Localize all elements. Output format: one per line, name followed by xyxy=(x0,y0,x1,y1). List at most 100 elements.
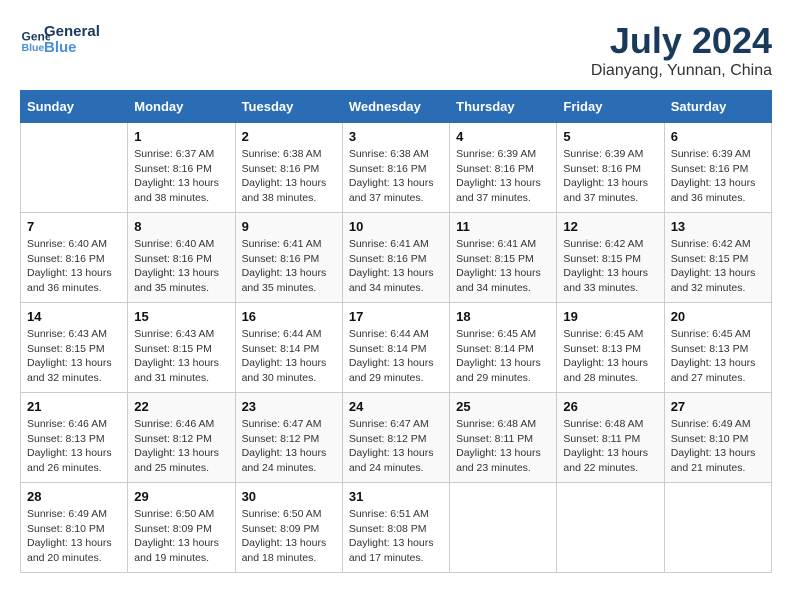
calendar-cell: 24Sunrise: 6:47 AM Sunset: 8:12 PM Dayli… xyxy=(342,393,449,483)
day-number: 27 xyxy=(671,399,765,414)
day-number: 24 xyxy=(349,399,443,414)
svg-text:Blue: Blue xyxy=(44,39,77,56)
logo-svg: General Blue xyxy=(44,20,124,58)
day-number: 6 xyxy=(671,129,765,144)
calendar-cell: 27 Sunrise: 6:49 AM Sunset: 8:10 PM Dayli… xyxy=(664,393,771,483)
day-detail: Sunrise: 6:46 AM Sunset: 8:12 PM Dayligh… xyxy=(134,417,228,476)
day-number: 8 xyxy=(134,219,228,234)
day-detail: Sunrise: 6:49 AM Sunset: 8:10 PM Dayligh… xyxy=(27,507,121,566)
calendar-cell: 18 Sunrise: 6:45 AM Sunset: 8:14 PM Dayli… xyxy=(450,303,557,393)
calendar-cell: 16 Sunrise: 6:44 AM Sunset: 8:14 PM Dayli… xyxy=(235,303,342,393)
calendar-cell: 9Sunrise: 6:41 AM Sunset: 8:16 PM Daylig… xyxy=(235,213,342,303)
day-number: 18 xyxy=(456,309,550,324)
day-number: 23 xyxy=(242,399,336,414)
day-number: 29 xyxy=(134,489,228,504)
day-detail: Sunrise: 6:45 AM Sunset: 8:13 PM Dayligh… xyxy=(563,327,657,386)
day-number: 3 xyxy=(349,129,443,144)
day-detail: Sunrise: 6:38 AM Sunset: 8:16 PM Dayligh… xyxy=(242,147,336,206)
day-detail: Sunrise: 6:41 AM Sunset: 8:15 PM Dayligh… xyxy=(456,237,550,296)
day-number: 1 xyxy=(134,129,228,144)
calendar-cell: 12 Sunrise: 6:42 AM Sunset: 8:15 PM Dayli… xyxy=(557,213,664,303)
calendar-week-row: 28 Sunrise: 6:49 AM Sunset: 8:10 PM Dayli… xyxy=(21,483,772,573)
day-detail: Sunrise: 6:45 AM Sunset: 8:13 PM Dayligh… xyxy=(671,327,765,386)
day-detail: Sunrise: 6:46 AM Sunset: 8:13 PM Dayligh… xyxy=(27,417,121,476)
calendar-cell: 10Sunrise: 6:41 AM Sunset: 8:16 PM Dayli… xyxy=(342,213,449,303)
day-number: 17 xyxy=(349,309,443,324)
day-number: 4 xyxy=(456,129,550,144)
calendar-cell xyxy=(664,483,771,573)
calendar-cell xyxy=(557,483,664,573)
calendar-cell: 31Sunrise: 6:51 AM Sunset: 8:08 PM Dayli… xyxy=(342,483,449,573)
day-detail: Sunrise: 6:38 AM Sunset: 8:16 PM Dayligh… xyxy=(349,147,443,206)
calendar-cell: 5 Sunrise: 6:39 AM Sunset: 8:16 PM Daylig… xyxy=(557,123,664,213)
logo: General Blue General Blue xyxy=(20,20,124,58)
day-detail: Sunrise: 6:39 AM Sunset: 8:16 PM Dayligh… xyxy=(563,147,657,206)
day-number: 13 xyxy=(671,219,765,234)
day-detail: Sunrise: 6:42 AM Sunset: 8:15 PM Dayligh… xyxy=(671,237,765,296)
header-row: SundayMondayTuesdayWednesdayThursdayFrid… xyxy=(21,91,772,123)
weekday-header: Sunday xyxy=(21,91,128,123)
calendar-cell: 25 Sunrise: 6:48 AM Sunset: 8:11 PM Dayli… xyxy=(450,393,557,483)
calendar-cell: 22 Sunrise: 6:46 AM Sunset: 8:12 PM Dayli… xyxy=(128,393,235,483)
day-number: 7 xyxy=(27,219,121,234)
day-number: 9 xyxy=(242,219,336,234)
day-number: 22 xyxy=(134,399,228,414)
day-number: 2 xyxy=(242,129,336,144)
day-detail: Sunrise: 6:51 AM Sunset: 8:08 PM Dayligh… xyxy=(349,507,443,566)
day-detail: Sunrise: 6:39 AM Sunset: 8:16 PM Dayligh… xyxy=(671,147,765,206)
day-number: 28 xyxy=(27,489,121,504)
day-number: 20 xyxy=(671,309,765,324)
day-number: 10 xyxy=(349,219,443,234)
weekday-header: Monday xyxy=(128,91,235,123)
day-number: 12 xyxy=(563,219,657,234)
calendar-cell: 11 Sunrise: 6:41 AM Sunset: 8:15 PM Dayli… xyxy=(450,213,557,303)
subtitle: Dianyang, Yunnan, China xyxy=(591,62,772,80)
day-number: 21 xyxy=(27,399,121,414)
day-number: 19 xyxy=(563,309,657,324)
day-detail: Sunrise: 6:37 AM Sunset: 8:16 PM Dayligh… xyxy=(134,147,228,206)
calendar-week-row: 14 Sunrise: 6:43 AM Sunset: 8:15 PM Dayli… xyxy=(21,303,772,393)
page-header: General Blue General Blue July 2024 Dian… xyxy=(20,20,772,80)
day-detail: Sunrise: 6:45 AM Sunset: 8:14 PM Dayligh… xyxy=(456,327,550,386)
calendar-cell: 6 Sunrise: 6:39 AM Sunset: 8:16 PM Daylig… xyxy=(664,123,771,213)
day-number: 11 xyxy=(456,219,550,234)
calendar-cell: 1 Sunrise: 6:37 AM Sunset: 8:16 PM Daylig… xyxy=(128,123,235,213)
day-detail: Sunrise: 6:43 AM Sunset: 8:15 PM Dayligh… xyxy=(134,327,228,386)
day-number: 25 xyxy=(456,399,550,414)
svg-text:Blue: Blue xyxy=(22,42,45,54)
calendar-cell: 8 Sunrise: 6:40 AM Sunset: 8:16 PM Daylig… xyxy=(128,213,235,303)
calendar-cell: 23Sunrise: 6:47 AM Sunset: 8:12 PM Dayli… xyxy=(235,393,342,483)
day-detail: Sunrise: 6:50 AM Sunset: 8:09 PM Dayligh… xyxy=(134,507,228,566)
day-detail: Sunrise: 6:50 AM Sunset: 8:09 PM Dayligh… xyxy=(242,507,336,566)
day-detail: Sunrise: 6:43 AM Sunset: 8:15 PM Dayligh… xyxy=(27,327,121,386)
weekday-header: Saturday xyxy=(664,91,771,123)
weekday-header: Thursday xyxy=(450,91,557,123)
day-number: 5 xyxy=(563,129,657,144)
day-number: 16 xyxy=(242,309,336,324)
calendar-cell xyxy=(21,123,128,213)
day-detail: Sunrise: 6:40 AM Sunset: 8:16 PM Dayligh… xyxy=(134,237,228,296)
calendar-cell: 26Sunrise: 6:48 AM Sunset: 8:11 PM Dayli… xyxy=(557,393,664,483)
calendar-cell: 29 Sunrise: 6:50 AM Sunset: 8:09 PM Dayli… xyxy=(128,483,235,573)
main-title: July 2024 xyxy=(591,20,772,62)
weekday-header: Friday xyxy=(557,91,664,123)
weekday-header: Tuesday xyxy=(235,91,342,123)
day-number: 14 xyxy=(27,309,121,324)
day-detail: Sunrise: 6:44 AM Sunset: 8:14 PM Dayligh… xyxy=(349,327,443,386)
day-detail: Sunrise: 6:44 AM Sunset: 8:14 PM Dayligh… xyxy=(242,327,336,386)
calendar-cell: 13 Sunrise: 6:42 AM Sunset: 8:15 PM Dayli… xyxy=(664,213,771,303)
calendar-week-row: 1 Sunrise: 6:37 AM Sunset: 8:16 PM Daylig… xyxy=(21,123,772,213)
day-detail: Sunrise: 6:48 AM Sunset: 8:11 PM Dayligh… xyxy=(456,417,550,476)
calendar-cell: 14 Sunrise: 6:43 AM Sunset: 8:15 PM Dayli… xyxy=(21,303,128,393)
calendar-table: SundayMondayTuesdayWednesdayThursdayFrid… xyxy=(20,90,772,573)
calendar-week-row: 21 Sunrise: 6:46 AM Sunset: 8:13 PM Dayli… xyxy=(21,393,772,483)
day-detail: Sunrise: 6:49 AM Sunset: 8:10 PM Dayligh… xyxy=(671,417,765,476)
day-detail: Sunrise: 6:40 AM Sunset: 8:16 PM Dayligh… xyxy=(27,237,121,296)
day-detail: Sunrise: 6:42 AM Sunset: 8:15 PM Dayligh… xyxy=(563,237,657,296)
calendar-cell: 3 Sunrise: 6:38 AM Sunset: 8:16 PM Daylig… xyxy=(342,123,449,213)
calendar-cell xyxy=(450,483,557,573)
title-block: July 2024 Dianyang, Yunnan, China xyxy=(591,20,772,80)
calendar-cell: 15Sunrise: 6:43 AM Sunset: 8:15 PM Dayli… xyxy=(128,303,235,393)
day-number: 30 xyxy=(242,489,336,504)
calendar-cell: 20 Sunrise: 6:45 AM Sunset: 8:13 PM Dayli… xyxy=(664,303,771,393)
